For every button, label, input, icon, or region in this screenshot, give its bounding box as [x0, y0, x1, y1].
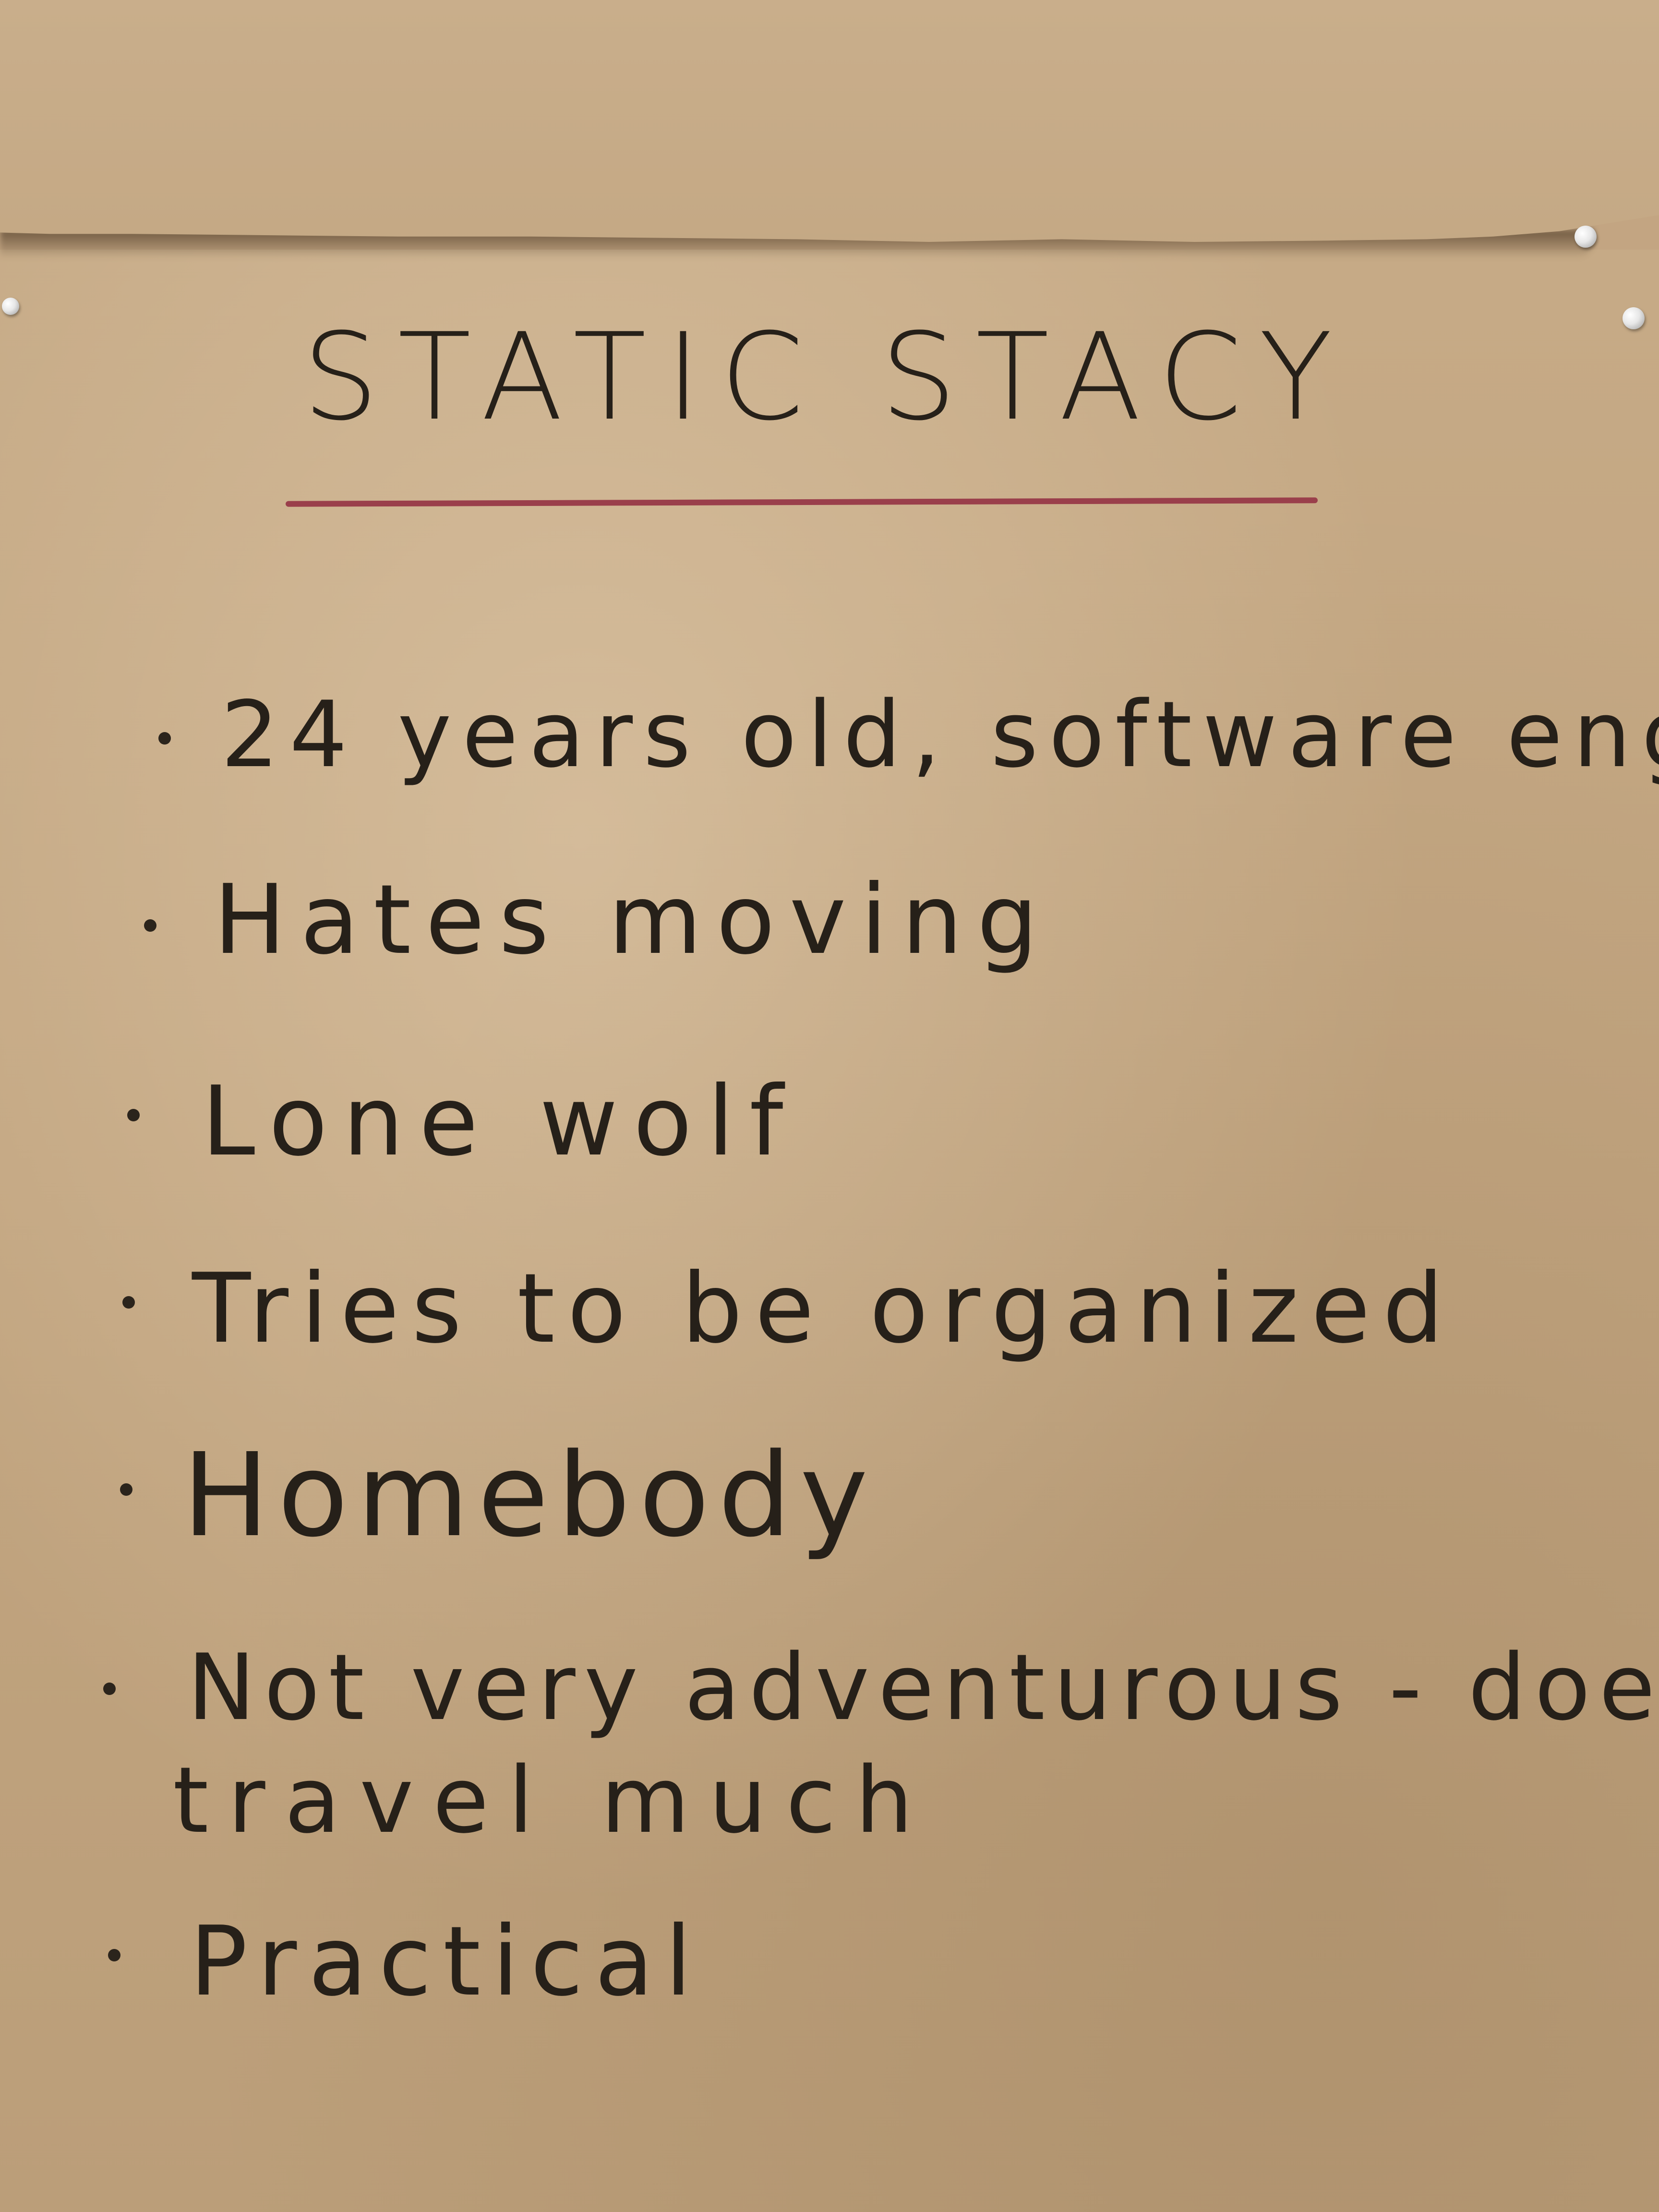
- list-item: Not very adventurous - doesn't: [187, 1635, 1659, 1741]
- bullet-dot: [144, 919, 156, 932]
- list-item: Practical: [190, 1906, 703, 2018]
- photo-scene: STATIC STACY 24 years old, software engi…: [0, 0, 1659, 2212]
- bullet-dot: [127, 1109, 140, 1121]
- push-pin-icon: [1575, 226, 1597, 248]
- list-item: Tries to be organized: [192, 1253, 1456, 1365]
- push-pin-icon: [2, 298, 19, 315]
- bullet-dot: [103, 1683, 116, 1695]
- list-item: 24 years old, software engineer: [221, 682, 1659, 788]
- list-item: Lone wolf: [202, 1066, 799, 1178]
- list-item: Hates moving: [214, 864, 1053, 976]
- bullet-dot: [158, 732, 171, 745]
- bullet-dot: [122, 1296, 135, 1309]
- list-item-continuation: travel much: [173, 1747, 932, 1853]
- bullet-dot: [108, 1949, 120, 1961]
- torn-top-paper: [0, 0, 1659, 242]
- push-pin-icon: [1623, 307, 1645, 329]
- bullet-dot: [120, 1483, 132, 1496]
- note-title: STATIC STACY: [302, 307, 1352, 447]
- list-item: Homebody: [182, 1428, 877, 1563]
